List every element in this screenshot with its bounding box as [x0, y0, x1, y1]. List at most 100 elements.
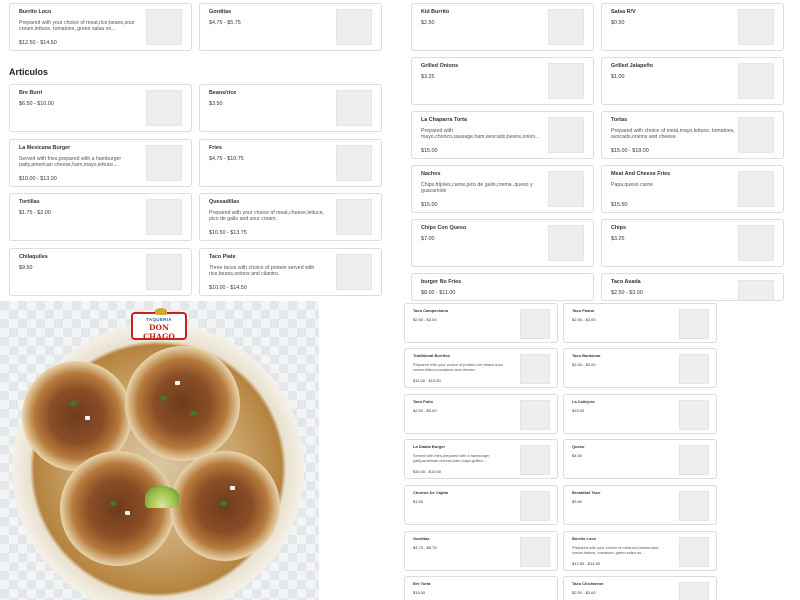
- item-image: [146, 90, 182, 126]
- item-name: Kid Burrito: [421, 9, 450, 15]
- menu-item-card[interactable]: Burrito Loco Prepared with your choice o…: [9, 3, 192, 51]
- item-description: Prepared with mayo,chorizo,sausage,ham,a…: [421, 128, 540, 141]
- taco: [60, 451, 175, 566]
- food-photo: TAQUERIA DON CHAGO: [0, 301, 319, 600]
- item-image: [548, 171, 584, 207]
- onion: [85, 416, 90, 420]
- item-name: Grilled Onions: [421, 63, 459, 69]
- item-price: $4.75 - $5.75: [209, 20, 241, 26]
- item-image: [520, 537, 550, 567]
- item-image: [146, 9, 182, 45]
- item-price: $15.00: [421, 148, 438, 154]
- menu-item-card[interactable]: La Mexicana Burger Served with fries,pre…: [9, 139, 192, 187]
- item-description: Prepared with your choice of protein,ric…: [413, 363, 503, 372]
- item-price: $1.75 - $2.00: [19, 210, 51, 216]
- item-image: [336, 199, 372, 235]
- item-image: [679, 309, 709, 339]
- item-image: [336, 9, 372, 45]
- item-name: Burrito Loco: [572, 536, 596, 541]
- menu-item-card[interactable]: Churros De Cajeta $1.50: [404, 485, 558, 525]
- menu-item-card[interactable]: Bre Torta $15.00: [404, 576, 558, 600]
- item-name: Gorditas: [413, 536, 430, 541]
- menu-item-card[interactable]: Taco Pastor $2.50 - $3.00: [563, 303, 717, 343]
- menu-item-card[interactable]: Meat And Cheese Fries Papa,queso carne $…: [601, 165, 784, 213]
- menu-item-card[interactable]: Chips Con Queso $7.00: [411, 219, 594, 267]
- onion: [230, 486, 235, 490]
- item-name: Taco Chicharron: [572, 581, 604, 586]
- menu-item-card[interactable]: Grilled Jalapeño $1.00: [601, 57, 784, 105]
- menu-item-card[interactable]: La Diabla Burger Served with fries,prepa…: [404, 439, 558, 479]
- menu-item-card[interactable]: Quesadillas Prepared with your choice of…: [199, 193, 382, 241]
- menu-item-card[interactable]: Salsa R/V $0.50: [601, 3, 784, 51]
- item-price: $12.50 - $14.50: [19, 40, 57, 46]
- item-image: [336, 145, 372, 181]
- item-name: La Mexicana Burger: [19, 145, 71, 151]
- item-price: $8.00 - $11.00: [421, 290, 456, 296]
- item-name: La Diabla Burger: [413, 444, 446, 449]
- item-image: [520, 400, 550, 430]
- menu-item-card[interactable]: Beans/rice $3.50: [199, 84, 382, 132]
- item-price: $4.75 - $5.75: [413, 545, 437, 550]
- item-image: [548, 225, 584, 261]
- logo-line1: TAQUERIA: [146, 317, 172, 322]
- item-price: $4.50: [572, 453, 583, 458]
- menu-item-card[interactable]: burger No Fries $8.00 - $11.00: [411, 273, 594, 301]
- menu-item-card[interactable]: Bre Burri $6.50 - $10.00: [9, 84, 192, 132]
- item-price: $9.50: [19, 265, 33, 271]
- menu-item-card[interactable]: Kid Burrito $2.50: [411, 3, 594, 51]
- item-price: $15.00: [421, 202, 438, 208]
- item-name: Chips Con Queso: [421, 225, 467, 231]
- item-price: $11.00 - $13.50: [413, 378, 441, 383]
- item-price: $3.25: [611, 236, 625, 242]
- taco: [170, 451, 280, 561]
- menu-item-card[interactable]: Burrito Loco Prepared with your choice o…: [563, 531, 717, 571]
- item-price: $0.50: [611, 20, 625, 26]
- menu-item-card[interactable]: Breakfast Taco $3.50: [563, 485, 717, 525]
- menu-item-card[interactable]: Tortillas $1.75 - $2.00: [9, 193, 192, 241]
- item-price: $15.50: [611, 202, 628, 208]
- item-name: Bre Torta: [413, 581, 431, 586]
- menu-item-card[interactable]: Gorditas $4.75 - $5.75: [404, 531, 558, 571]
- item-image: [548, 9, 584, 45]
- menu-item-card[interactable]: Fries $4.75 - $10.75: [199, 139, 382, 187]
- item-price: $15.00 - $18.00: [611, 148, 649, 154]
- menu-item-card[interactable]: Taco Plate Three tacos with choice of pr…: [199, 248, 382, 296]
- item-name: Bre Burri: [19, 90, 43, 96]
- menu-item-card[interactable]: Taco Barbacoa $2.50 - $3.00: [563, 348, 717, 388]
- menu-item-card[interactable]: Traditional Burritos Prepared with your …: [404, 348, 558, 388]
- item-description: Chips,frijoles,carne,pico de gallo,crema…: [421, 182, 533, 195]
- item-name: Burrito Loco: [19, 9, 52, 15]
- item-name: Queso: [572, 444, 585, 449]
- lime-wedge: [145, 486, 179, 508]
- menu-item-card[interactable]: Taco Chicharron $2.50 - $3.00: [563, 576, 717, 600]
- menu-item-card[interactable]: Chips $3.25: [601, 219, 784, 267]
- menu-item-card[interactable]: Grilled Onions $3.25: [411, 57, 594, 105]
- menu-item-card[interactable]: La Chaparra Torta Prepared with mayo,cho…: [411, 111, 594, 159]
- item-name: Salsa R/V: [611, 9, 636, 15]
- item-description: Served with fries,prepared with a hambur…: [413, 454, 490, 463]
- menu-item-card[interactable]: Taco Asada $2.50 - $3.00: [601, 273, 784, 301]
- menu-item-card[interactable]: Queso $4.50: [563, 439, 717, 479]
- item-image: [146, 254, 182, 290]
- cilantro: [220, 501, 227, 506]
- menu-item-card[interactable]: Tortas Prepared with choice of meat,mayo…: [601, 111, 784, 159]
- sombrero-icon: [155, 308, 167, 315]
- menu-item-card[interactable]: La Callejera $15.00: [563, 394, 717, 434]
- menu-item-card[interactable]: Gorditas $4.75 - $5.75: [199, 3, 382, 51]
- item-image: [548, 117, 584, 153]
- item-image: [548, 63, 584, 99]
- item-price: $2.50 - $3.00: [413, 317, 437, 322]
- item-name: Taco Plate: [209, 254, 236, 260]
- item-name: Taco Asada: [611, 279, 641, 285]
- menu-item-card[interactable]: Chilaquiles $9.50: [9, 248, 192, 296]
- item-price: $2.50 - $3.00: [572, 590, 596, 595]
- item-price: $2.50 - $3.00: [572, 362, 596, 367]
- item-price: $15.00: [572, 408, 585, 413]
- menu-item-card[interactable]: Taco Campechano $2.50 - $3.00: [404, 303, 558, 343]
- menu-item-card[interactable]: Taco Pollo $2.50 - $3.00: [404, 394, 558, 434]
- menu-item-card[interactable]: Nachos Chips,frijoles,carne,pico de gall…: [411, 165, 594, 213]
- item-name: Meat And Cheese Fries: [611, 171, 671, 177]
- item-image: [679, 537, 709, 567]
- item-image: [679, 491, 709, 521]
- item-image: [738, 117, 774, 153]
